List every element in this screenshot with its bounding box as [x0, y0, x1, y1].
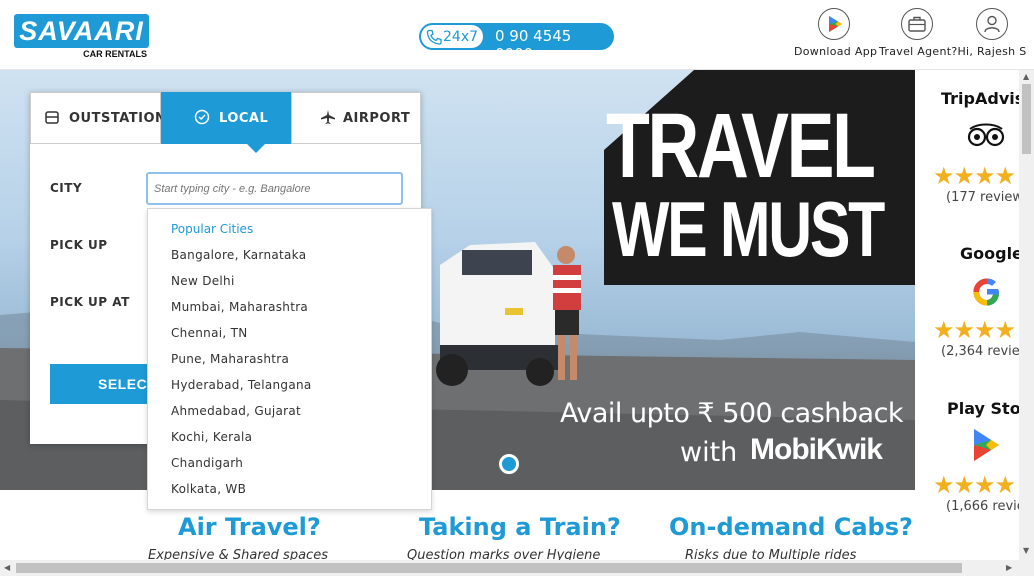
user-account-menu[interactable]: Hi, Rajesh S: [957, 8, 1027, 58]
vertical-scrollbar[interactable]: ▲ ▼: [1019, 70, 1034, 560]
scroll-down-arrow-icon[interactable]: ▼: [1023, 546, 1029, 555]
savaari-logo[interactable]: SAVAARI CAR RENTALS: [14, 14, 149, 60]
top-header: SAVAARI CAR RENTALS 24x7 0 90 4545 0000 …: [0, 0, 1034, 70]
scroll-up-arrow-icon[interactable]: ▲: [1023, 72, 1029, 81]
tab-airport[interactable]: AIRPORT: [291, 92, 421, 144]
phone-icon: [426, 29, 442, 45]
cashback-with-text: with: [680, 437, 738, 468]
city-option[interactable]: Bangalore, Karnataka: [171, 248, 306, 262]
tripadvisor-owl-icon: [967, 123, 1005, 147]
feature-title-air-travel: Air Travel?: [178, 513, 321, 541]
google-review-count: (2,364 reviews): [941, 344, 1019, 359]
download-app-link[interactable]: Download App: [794, 8, 878, 58]
airplane-icon: [321, 110, 335, 124]
google-g-icon: [973, 278, 999, 306]
mobikwik-logo: MobiKwik: [750, 433, 883, 466]
location-check-icon: [194, 109, 210, 125]
car-illustration: [436, 242, 558, 386]
google-title: Google: [960, 244, 1019, 263]
google-stars: ★★★★: [933, 316, 1016, 344]
banner-headline-line1: TRAVEL: [606, 95, 876, 197]
play-store-stars: ★★★★: [933, 471, 1016, 499]
play-store-title: Play Store: [947, 399, 1019, 418]
city-option[interactable]: Pune, Maharashtra: [171, 352, 289, 366]
horizontal-scroll-thumb[interactable]: [16, 563, 962, 573]
phone-number: 0 90 4545 0000: [495, 27, 572, 63]
city-option[interactable]: New Delhi: [171, 274, 235, 288]
active-tab-pointer: [247, 144, 265, 153]
select-button[interactable]: SELECT: [50, 364, 160, 404]
tripadvisor-title: TripAdvisor: [941, 89, 1019, 108]
tab-airport-label: AIRPORT: [343, 111, 411, 126]
banner-headline-line2: WE MUST: [612, 185, 885, 273]
play-store-review-count: (1,666 reviews): [946, 499, 1019, 514]
city-option[interactable]: Kochi, Kerala: [171, 430, 252, 444]
vertical-scroll-thumb[interactable]: [1022, 84, 1031, 154]
phone-pill[interactable]: 24x7 0 90 4545 0000: [419, 23, 614, 63]
city-option[interactable]: Kolkata, WB: [171, 482, 246, 496]
city-option[interactable]: Chennai, TN: [171, 326, 248, 340]
user-greeting: Hi, Rajesh S: [957, 45, 1027, 58]
tripadvisor-review-count: (177 reviews): [946, 190, 1019, 205]
city-label: CITY: [50, 181, 83, 195]
popular-cities-heading: Popular Cities: [171, 222, 254, 236]
briefcase-icon: [901, 8, 933, 40]
city-input[interactable]: [146, 172, 403, 205]
download-app-label: Download App: [794, 45, 878, 58]
scroll-left-arrow-icon[interactable]: ◀: [4, 563, 10, 572]
horizontal-scrollbar[interactable]: ◀ ▶: [0, 560, 1034, 576]
logo-text: SAVAARI: [19, 16, 144, 46]
tab-local-label: LOCAL: [219, 111, 269, 126]
travel-agent-label: Travel Agent?: [879, 45, 958, 58]
phone-badge-text: 24x7: [443, 29, 479, 45]
pickup-at-label: PICK UP AT: [50, 295, 130, 309]
tab-local[interactable]: LOCAL: [161, 92, 291, 144]
user-icon: [976, 8, 1008, 40]
phone-badge: 24x7: [420, 24, 484, 49]
reviews-sidebar: TripAdvisor ★★★★ (177 reviews) Google ★★…: [915, 70, 1019, 560]
tripadvisor-stars: ★★★★: [933, 162, 1016, 190]
city-option[interactable]: Hyderabad, Telangana: [171, 378, 312, 392]
travel-agent-link[interactable]: Travel Agent?: [879, 8, 958, 58]
scroll-right-arrow-icon[interactable]: ▶: [1006, 563, 1012, 572]
play-store-icon: [818, 8, 850, 40]
cashback-offer-text: Avail upto ₹ 500 cashback: [560, 398, 904, 429]
city-option[interactable]: Chandigarh: [171, 456, 243, 470]
suitcase-icon: [45, 111, 59, 124]
tab-outstation-label: OUTSTATION: [69, 111, 167, 126]
logo-subtitle: CAR RENTALS: [83, 49, 147, 59]
play-store-icon: [974, 429, 999, 461]
city-option[interactable]: Ahmedabad, Gujarat: [171, 404, 301, 418]
pickup-label: PICK UP: [50, 238, 108, 252]
feature-title-cabs: On-demand Cabs?: [669, 513, 913, 541]
tab-outstation[interactable]: OUTSTATION: [30, 92, 166, 144]
carousel-dot[interactable]: [499, 454, 519, 474]
feature-title-train: Taking a Train?: [419, 513, 621, 541]
city-option[interactable]: Mumbai, Maharashtra: [171, 300, 308, 314]
city-suggestions-dropdown: Popular Cities Bangalore, Karnataka New …: [147, 208, 432, 510]
